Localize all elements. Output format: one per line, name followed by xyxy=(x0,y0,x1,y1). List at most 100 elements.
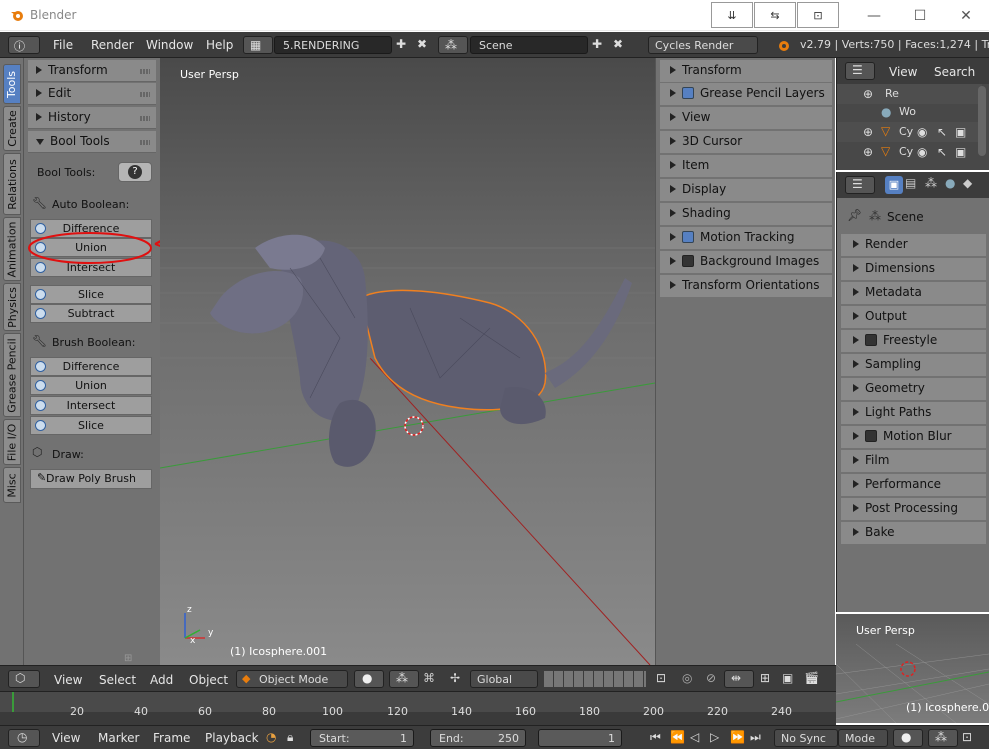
scene-browse-button[interactable]: ⁂ xyxy=(438,36,468,54)
layers-tab-icon[interactable]: ▤ xyxy=(905,176,916,190)
brush-intersect-button[interactable]: Intersect xyxy=(30,396,152,415)
panel-bool-tools[interactable]: Bool Tools xyxy=(28,131,156,153)
outliner-editor-type-button[interactable]: ☰ xyxy=(845,62,875,80)
snap-target-icon[interactable]: ⊞ xyxy=(760,671,770,685)
prop-panel-performance[interactable]: Performance xyxy=(841,474,986,496)
secondary-3d-viewport[interactable]: User Persp (1) Icosphere.00 xyxy=(836,614,989,723)
menu-window[interactable]: Window xyxy=(146,38,193,52)
tab-grease-pencil[interactable]: Grease Pencil xyxy=(3,333,21,417)
camera-icon[interactable]: ▣ xyxy=(955,145,966,159)
list-item[interactable]: ⊕ Re xyxy=(837,84,982,104)
draw-poly-brush-button[interactable]: ✎ Draw Poly Brush xyxy=(30,469,152,489)
grip-icon[interactable] xyxy=(140,140,150,145)
brush-difference-button[interactable]: Difference xyxy=(30,357,152,376)
npanel-item[interactable]: Item xyxy=(660,155,832,177)
keying-set-dropdown[interactable]: ⁂ xyxy=(928,729,958,747)
eye-icon[interactable]: ◉ xyxy=(917,125,927,139)
current-frame-field[interactable]: 1 xyxy=(538,729,622,747)
transform-axes-icon[interactable]: ✢ xyxy=(450,671,460,685)
checkbox-checked-icon[interactable] xyxy=(682,87,694,99)
lock-layers-icon[interactable]: ⊡ xyxy=(656,671,666,685)
panel-history[interactable]: History xyxy=(28,107,156,129)
outliner-menu-view[interactable]: View xyxy=(889,65,917,79)
add-layout-icon[interactable]: ✚ xyxy=(396,37,406,51)
panel-transform[interactable]: Transform xyxy=(28,60,156,82)
interaction-mode-dropdown[interactable]: ◆ Object Mode xyxy=(236,670,348,688)
viewport-shading-dropdown[interactable]: ● xyxy=(354,670,384,688)
transform-orientation-dropdown[interactable]: Global xyxy=(470,670,538,688)
prop-panel-output[interactable]: Output xyxy=(841,306,986,328)
menu-help[interactable]: Help xyxy=(206,38,233,52)
render-opengl-icon[interactable]: ▣ xyxy=(782,671,793,685)
grip-icon[interactable] xyxy=(140,69,150,74)
brush-union-button[interactable]: Union xyxy=(30,376,152,395)
npanel-shading[interactable]: Shading xyxy=(660,203,832,225)
grip-icon[interactable] xyxy=(140,116,150,121)
tab-relations[interactable]: Relations xyxy=(3,153,21,215)
expand-icon[interactable]: ⊕ xyxy=(863,87,873,101)
layer-buttons[interactable] xyxy=(544,671,646,687)
properties-editor-type-button[interactable]: ☰ xyxy=(845,176,875,194)
outliner-scrollbar[interactable] xyxy=(978,86,986,156)
prop-panel-metadata[interactable]: Metadata xyxy=(841,282,986,304)
maximize-button[interactable]: ☐ xyxy=(897,0,943,31)
camera-icon[interactable]: ▣ xyxy=(955,125,966,139)
minimize-button[interactable]: — xyxy=(851,0,897,31)
add-scene-icon[interactable]: ✚ xyxy=(592,37,602,51)
render-tab-icon[interactable]: ▣ xyxy=(885,176,903,194)
3d-viewport[interactable]: User Persp z y x (1) Icosphere.001 xyxy=(160,58,655,665)
npanel-motion-tracking[interactable]: Motion Tracking xyxy=(660,227,832,249)
prop-panel-film[interactable]: Film xyxy=(841,450,986,472)
render-engine-dropdown[interactable]: Cycles Render xyxy=(648,36,758,54)
timeline-menu-marker[interactable]: Marker xyxy=(98,731,139,745)
npanel-view[interactable]: View xyxy=(660,107,832,129)
toggle-fullscreen-button[interactable]: ⇊ xyxy=(711,2,753,28)
prop-panel-dimensions[interactable]: Dimensions xyxy=(841,258,986,280)
close-button[interactable]: ✕ xyxy=(943,0,989,31)
prop-panel-bake[interactable]: Bake xyxy=(841,522,986,544)
jump-end-icon[interactable]: ⏭ xyxy=(750,730,761,745)
timeline-menu-view[interactable]: View xyxy=(52,731,80,745)
expand-icon[interactable]: ⊕ xyxy=(863,125,873,139)
scene-name-field[interactable]: Scene xyxy=(470,36,588,54)
remove-scene-icon[interactable]: ✖ xyxy=(613,37,623,51)
timeline-editor-type-button[interactable]: ◷ xyxy=(8,729,40,747)
plus-corner-icon[interactable]: ⊞ xyxy=(124,653,132,664)
checkbox-unchecked-icon[interactable] xyxy=(865,430,877,442)
view3d-menu-view[interactable]: View xyxy=(54,673,82,687)
view3d-menu-object[interactable]: Object xyxy=(189,673,228,687)
brush-slice-button[interactable]: Slice xyxy=(30,416,152,435)
prop-panel-freestyle[interactable]: Freestyle xyxy=(841,330,986,352)
pin-icon[interactable]: 📌︎ xyxy=(847,208,862,222)
prop-panel-light-paths[interactable]: Light Paths xyxy=(841,402,986,424)
npanel-transform-orientations[interactable]: Transform Orientations xyxy=(660,275,832,297)
view3d-menu-select[interactable]: Select xyxy=(99,673,136,687)
checkbox-unchecked-icon[interactable] xyxy=(865,334,877,346)
render-animation-icon[interactable]: 🎬︎ xyxy=(804,671,819,685)
list-item[interactable]: ● Wo xyxy=(837,102,982,122)
checkbox-checked-icon[interactable] xyxy=(682,231,694,243)
object-tab-icon[interactable]: ◆ xyxy=(963,176,972,190)
prop-panel-sampling[interactable]: Sampling xyxy=(841,354,986,376)
grip-icon[interactable] xyxy=(140,92,150,97)
remove-layout-icon[interactable]: ✖ xyxy=(417,37,427,51)
next-keyframe-icon[interactable]: ⏩ xyxy=(730,730,745,744)
start-frame-field[interactable]: Start: 1 xyxy=(310,729,414,747)
eye-icon[interactable]: ◉ xyxy=(917,145,927,159)
checkbox-unchecked-icon[interactable] xyxy=(682,255,694,267)
npanel-3d-cursor[interactable]: 3D Cursor xyxy=(660,131,832,153)
3d-editor-type-button[interactable]: ⬡ xyxy=(8,670,40,688)
npanel-transform[interactable]: Transform xyxy=(660,60,832,82)
outliner-menu-search[interactable]: Search xyxy=(934,65,975,79)
editor-type-button[interactable]: ⓘ xyxy=(8,36,40,54)
npanel-background-images[interactable]: Background Images xyxy=(660,251,832,273)
play-reverse-icon[interactable]: ◁ xyxy=(690,730,699,744)
lock-icon[interactable]: 🔒︎ xyxy=(287,730,293,745)
keying-mode-dropdown[interactable]: Mode xyxy=(838,729,888,747)
timeline[interactable]: 20 40 60 80 100 120 140 160 180 200 220 … xyxy=(0,691,836,726)
view3d-menu-add[interactable]: Add xyxy=(150,673,173,687)
manipulator-toggle-icon[interactable]: ⌘ xyxy=(423,671,435,685)
tab-animation[interactable]: Animation xyxy=(3,217,21,281)
menu-render[interactable]: Render xyxy=(91,38,134,52)
duplicate-area-button[interactable]: ⊡ xyxy=(797,2,839,28)
